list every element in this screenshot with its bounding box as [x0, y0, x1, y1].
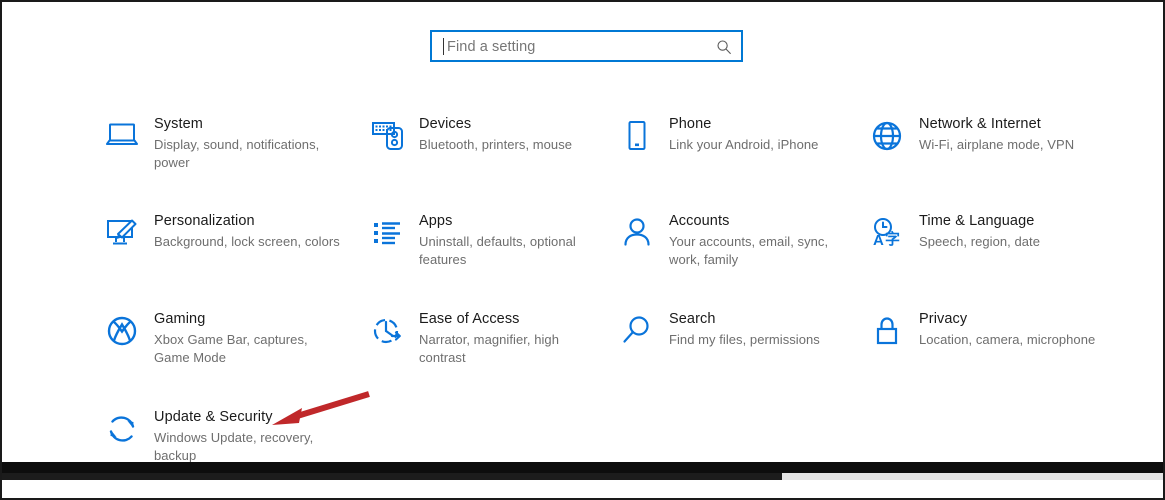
settings-tile-accounts[interactable]: Accounts Your accounts, email, sync, wor…: [613, 205, 863, 297]
tile-text-block: Time & Language Speech, region, date: [919, 212, 1109, 251]
tile-text-block: Accounts Your accounts, email, sync, wor…: [669, 212, 859, 269]
laptop-icon: [106, 123, 138, 145]
tile-title: Gaming: [154, 311, 206, 327]
tile-subtitle: Link your Android, iPhone: [669, 137, 819, 152]
tile-subtitle: Uninstall, defaults, optional features: [419, 234, 576, 267]
tile-title: Devices: [419, 116, 472, 132]
tile-subtitle: Xbox Game Bar, captures, Game Mode: [154, 332, 308, 365]
tile-subtitle: Background, lock screen, colors: [154, 234, 340, 249]
clock-language-icon: A 字: [873, 218, 900, 249]
person-icon: [624, 218, 650, 246]
lock-icon: [876, 317, 898, 345]
search-placeholder-text: Find a setting: [447, 39, 536, 55]
tile-subtitle: Location, camera, microphone: [919, 332, 1096, 347]
globe-icon: [872, 121, 902, 151]
tile-subtitle: Windows Update, recovery, backup: [154, 430, 314, 463]
tile-subtitle: Display, sound, notifications, power: [154, 137, 320, 170]
taskbar-sliver: [2, 462, 1163, 480]
svg-text:字: 字: [885, 230, 900, 248]
settings-tile-time-language[interactable]: A 字 Time & Language Speech, region, date: [863, 205, 1113, 297]
accessibility-clock-icon: [373, 318, 401, 344]
settings-home-page: Find a setting System Display, sound, no…: [2, 2, 1163, 480]
tile-title: Update & Security: [154, 409, 273, 425]
tile-text-block: Privacy Location, camera, microphone: [919, 310, 1109, 349]
tile-subtitle: Speech, region, date: [919, 234, 1040, 249]
tile-title: Time & Language: [919, 213, 1035, 229]
tile-text-block: Personalization Background, lock screen,…: [154, 212, 344, 251]
tile-text-block: Phone Link your Android, iPhone: [669, 115, 859, 154]
tile-subtitle: Wi-Fi, airplane mode, VPN: [919, 137, 1075, 152]
settings-tile-search[interactable]: Search Find my files, permissions: [613, 303, 863, 395]
svg-text:A: A: [873, 232, 884, 249]
settings-tile-apps[interactable]: Apps Uninstall, defaults, optional featu…: [363, 205, 613, 297]
tile-text-block: Apps Uninstall, defaults, optional featu…: [419, 212, 609, 269]
taskbar-left-segment: [2, 473, 782, 480]
tile-title: Apps: [419, 213, 453, 229]
monitor-brush-icon: [107, 219, 137, 245]
tile-text-block: Devices Bluetooth, printers, mouse: [419, 115, 609, 154]
tile-text-block: Gaming Xbox Game Bar, captures, Game Mod…: [154, 310, 344, 367]
refresh-icon: [109, 416, 135, 442]
taskbar-right-segment: [782, 473, 1163, 480]
tile-title: Search: [669, 311, 716, 327]
tile-title: Network & Internet: [919, 116, 1041, 132]
text-caret: [443, 38, 444, 55]
tile-title: Accounts: [669, 213, 730, 229]
phone-icon: [628, 121, 646, 150]
magnifier-icon: [623, 316, 649, 343]
tile-text-block: Network & Internet Wi-Fi, airplane mode,…: [919, 115, 1109, 154]
settings-tile-phone[interactable]: Phone Link your Android, iPhone: [613, 108, 863, 200]
settings-tile-ease-of-access[interactable]: Ease of Access Narrator, magnifier, high…: [363, 303, 613, 395]
settings-tile-network-internet[interactable]: Network & Internet Wi-Fi, airplane mode,…: [863, 108, 1113, 200]
tile-text-block: Ease of Access Narrator, magnifier, high…: [419, 310, 609, 367]
search-icon[interactable]: [716, 39, 732, 55]
tile-subtitle: Bluetooth, printers, mouse: [419, 137, 573, 152]
tile-text-block: Search Find my files, permissions: [669, 310, 859, 349]
settings-tile-system[interactable]: System Display, sound, notifications, po…: [98, 108, 348, 200]
tile-title: Phone: [669, 116, 712, 132]
tile-text-block: System Display, sound, notifications, po…: [154, 115, 344, 172]
tile-text-block: Update & Security Windows Update, recove…: [154, 408, 344, 465]
list-icon: [374, 222, 400, 245]
settings-tile-privacy[interactable]: Privacy Location, camera, microphone: [863, 303, 1113, 395]
tile-title: Personalization: [154, 213, 255, 229]
search-field-container[interactable]: Find a setting: [430, 30, 743, 62]
tile-title: Ease of Access: [419, 311, 520, 327]
tile-subtitle: Find my files, permissions: [669, 332, 820, 347]
keyboard-mouse-icon: [372, 122, 403, 150]
settings-tile-devices[interactable]: Devices Bluetooth, printers, mouse: [363, 108, 613, 200]
tile-title: System: [154, 116, 203, 132]
settings-tile-gaming[interactable]: Gaming Xbox Game Bar, captures, Game Mod…: [98, 303, 348, 395]
settings-tile-personalization[interactable]: Personalization Background, lock screen,…: [98, 205, 348, 297]
xbox-icon: [107, 316, 137, 346]
tile-subtitle: Narrator, magnifier, high contrast: [419, 332, 559, 365]
tile-title: Privacy: [919, 311, 968, 327]
tile-subtitle: Your accounts, email, sync, work, family: [669, 234, 829, 267]
search-input[interactable]: Find a setting: [430, 30, 743, 62]
settings-window-frame: Find a setting System Display, sound, no…: [0, 0, 1165, 500]
